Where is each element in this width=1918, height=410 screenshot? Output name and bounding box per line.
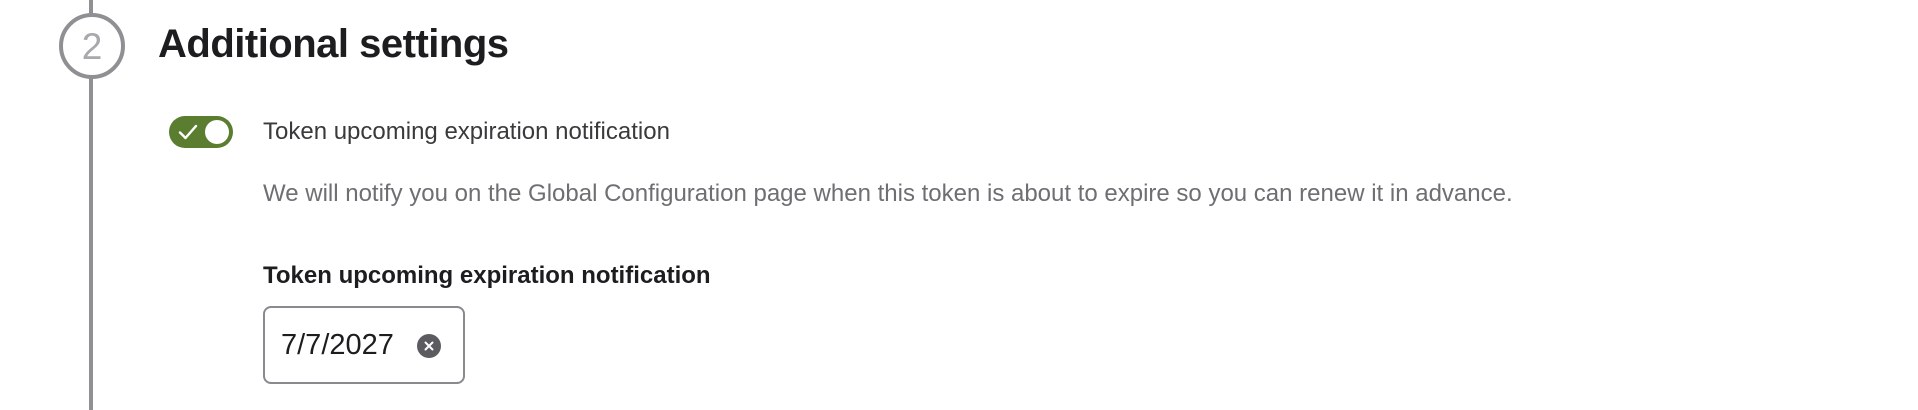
expiration-date-value[interactable]: 7/7/2027 <box>281 328 394 362</box>
step-number: 2 <box>81 25 103 67</box>
expiration-notification-toggle[interactable] <box>169 116 233 148</box>
expiration-date-label: Token upcoming expiration notification <box>263 262 711 289</box>
help-text: We will notify you on the Global Configu… <box>263 180 1513 207</box>
section-title: Additional settings <box>158 22 509 66</box>
clear-date-button[interactable] <box>417 334 441 358</box>
toggle-knob <box>205 120 229 144</box>
close-circle-icon <box>424 341 434 351</box>
checkmark-icon <box>178 124 198 140</box>
expiration-date-input[interactable]: 7/7/2027 <box>263 306 465 384</box>
toggle-label: Token upcoming expiration notification <box>263 118 670 145</box>
step-indicator: 2 <box>59 13 125 79</box>
